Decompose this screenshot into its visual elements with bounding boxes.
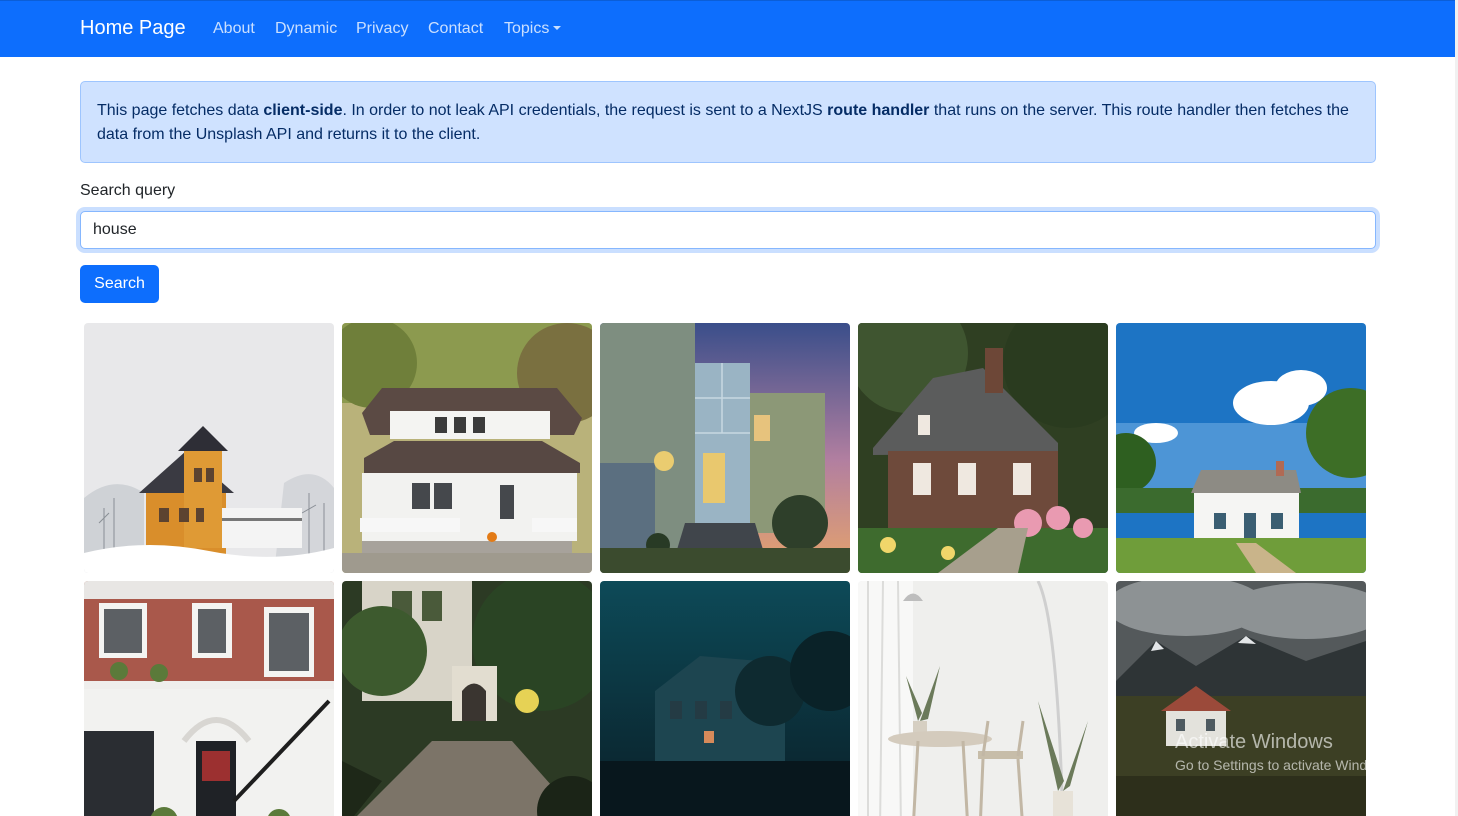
result-image-6[interactable]: [84, 581, 334, 816]
os-activation-watermark: Activate Windows Go to Settings to activ…: [1175, 731, 1396, 773]
caret-down-icon: [553, 26, 562, 30]
result-image-9[interactable]: [858, 581, 1108, 816]
result-image-3[interactable]: [600, 323, 850, 573]
brand-link[interactable]: Home Page: [80, 17, 186, 40]
yellow-victorian-house-image: [84, 323, 334, 573]
ivy-house-driveway-image: [342, 581, 592, 816]
result-image-10[interactable]: [1116, 581, 1366, 816]
result-image-4[interactable]: [858, 323, 1108, 573]
info-alert: This page fetches data client-side. In o…: [80, 81, 1376, 163]
watermark-subtitle: Go to Settings to activate Windows.: [1175, 757, 1396, 773]
brick-cottage-image: [858, 323, 1108, 573]
nav-link-contact[interactable]: Contact: [428, 20, 483, 38]
result-image-2[interactable]: [342, 323, 592, 573]
white-farmhouse-image: [1116, 323, 1366, 573]
search-input[interactable]: [80, 211, 1376, 249]
result-image-8[interactable]: [600, 581, 850, 816]
nav-dropdown-topics-label: Topics: [504, 20, 550, 37]
alert-text-2: . In order to not leak API credentials, …: [342, 102, 828, 119]
alert-bold-route-handler: route handler: [827, 102, 930, 119]
white-interior-image: [858, 581, 1108, 816]
search-query-label: Search query: [80, 182, 176, 199]
nav-dropdown-topics[interactable]: Topics: [504, 20, 562, 38]
red-brick-townhouse-image: [84, 581, 334, 816]
watermark-title: Activate Windows: [1175, 731, 1333, 753]
nav-link-privacy[interactable]: Privacy: [356, 20, 408, 38]
nav-link-about[interactable]: About: [213, 20, 255, 38]
result-image-1[interactable]: [84, 323, 334, 573]
farmhouse-mountains-image: [1116, 581, 1366, 816]
search-button[interactable]: Search: [80, 265, 159, 303]
nav-link-dynamic[interactable]: Dynamic: [275, 20, 337, 38]
alert-text-1: This page fetches data: [97, 102, 264, 119]
modern-house-dusk-image: [600, 323, 850, 573]
house-in-fog-image: [600, 581, 850, 816]
white-craftsman-house-image: [342, 323, 592, 573]
navbar: Home Page About Dynamic Privacy Contact …: [0, 0, 1458, 57]
result-image-7[interactable]: [342, 581, 592, 816]
alert-bold-client-side: client-side: [263, 102, 343, 119]
result-image-5[interactable]: [1116, 323, 1366, 573]
